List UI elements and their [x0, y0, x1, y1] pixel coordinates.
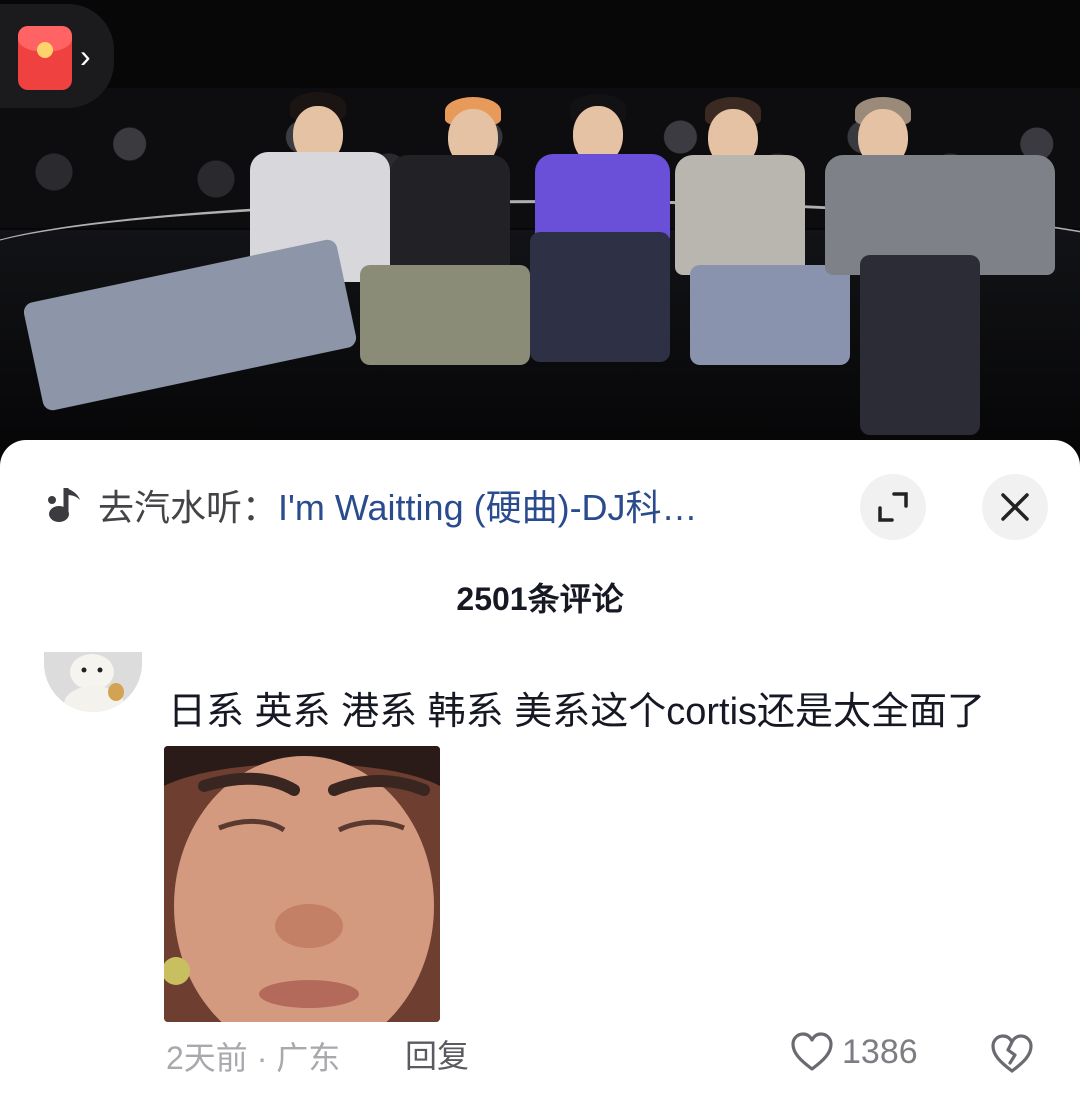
close-button[interactable] — [982, 474, 1048, 540]
close-icon — [1001, 493, 1029, 521]
performer-2 — [350, 95, 530, 415]
music-note-icon — [48, 488, 80, 522]
performer-1 — [20, 90, 390, 440]
heart-icon — [791, 1032, 833, 1071]
comment-image[interactable] — [164, 746, 440, 1022]
comment-count: 2501条评论 — [456, 581, 624, 617]
dislike-button[interactable] — [990, 1034, 1034, 1079]
comment-photo — [164, 746, 440, 1022]
chevron-right-icon: › — [80, 38, 91, 74]
expand-button[interactable] — [860, 474, 926, 540]
music-prefix: 去汽水听： — [98, 487, 279, 528]
performer-5 — [820, 95, 1070, 445]
comment-sheet — [0, 440, 1080, 1108]
music-title[interactable]: I'm Waitting (硬曲)-DJ科… — [278, 480, 698, 530]
red-envelope-icon — [18, 26, 72, 90]
red-envelope-button[interactable]: › — [0, 4, 114, 108]
comment-text: 日系 英系 港系 韩系 美系这个cortis还是太全面了 — [168, 691, 986, 733]
performer-3 — [520, 92, 680, 392]
music-link[interactable]: 去汽水听： I'm Waitting (硬曲)-DJ科… — [46, 480, 816, 530]
video-player[interactable]: › — [0, 0, 1080, 470]
expand-icon — [878, 492, 908, 522]
broken-heart-icon — [991, 1034, 1033, 1073]
like-count: 1386 — [842, 1032, 918, 1071]
comment-meta: 2天前 · 广东 — [166, 1040, 341, 1076]
reply-button[interactable]: 回复 — [405, 1036, 469, 1076]
like-button[interactable]: 1386 — [790, 1032, 918, 1072]
